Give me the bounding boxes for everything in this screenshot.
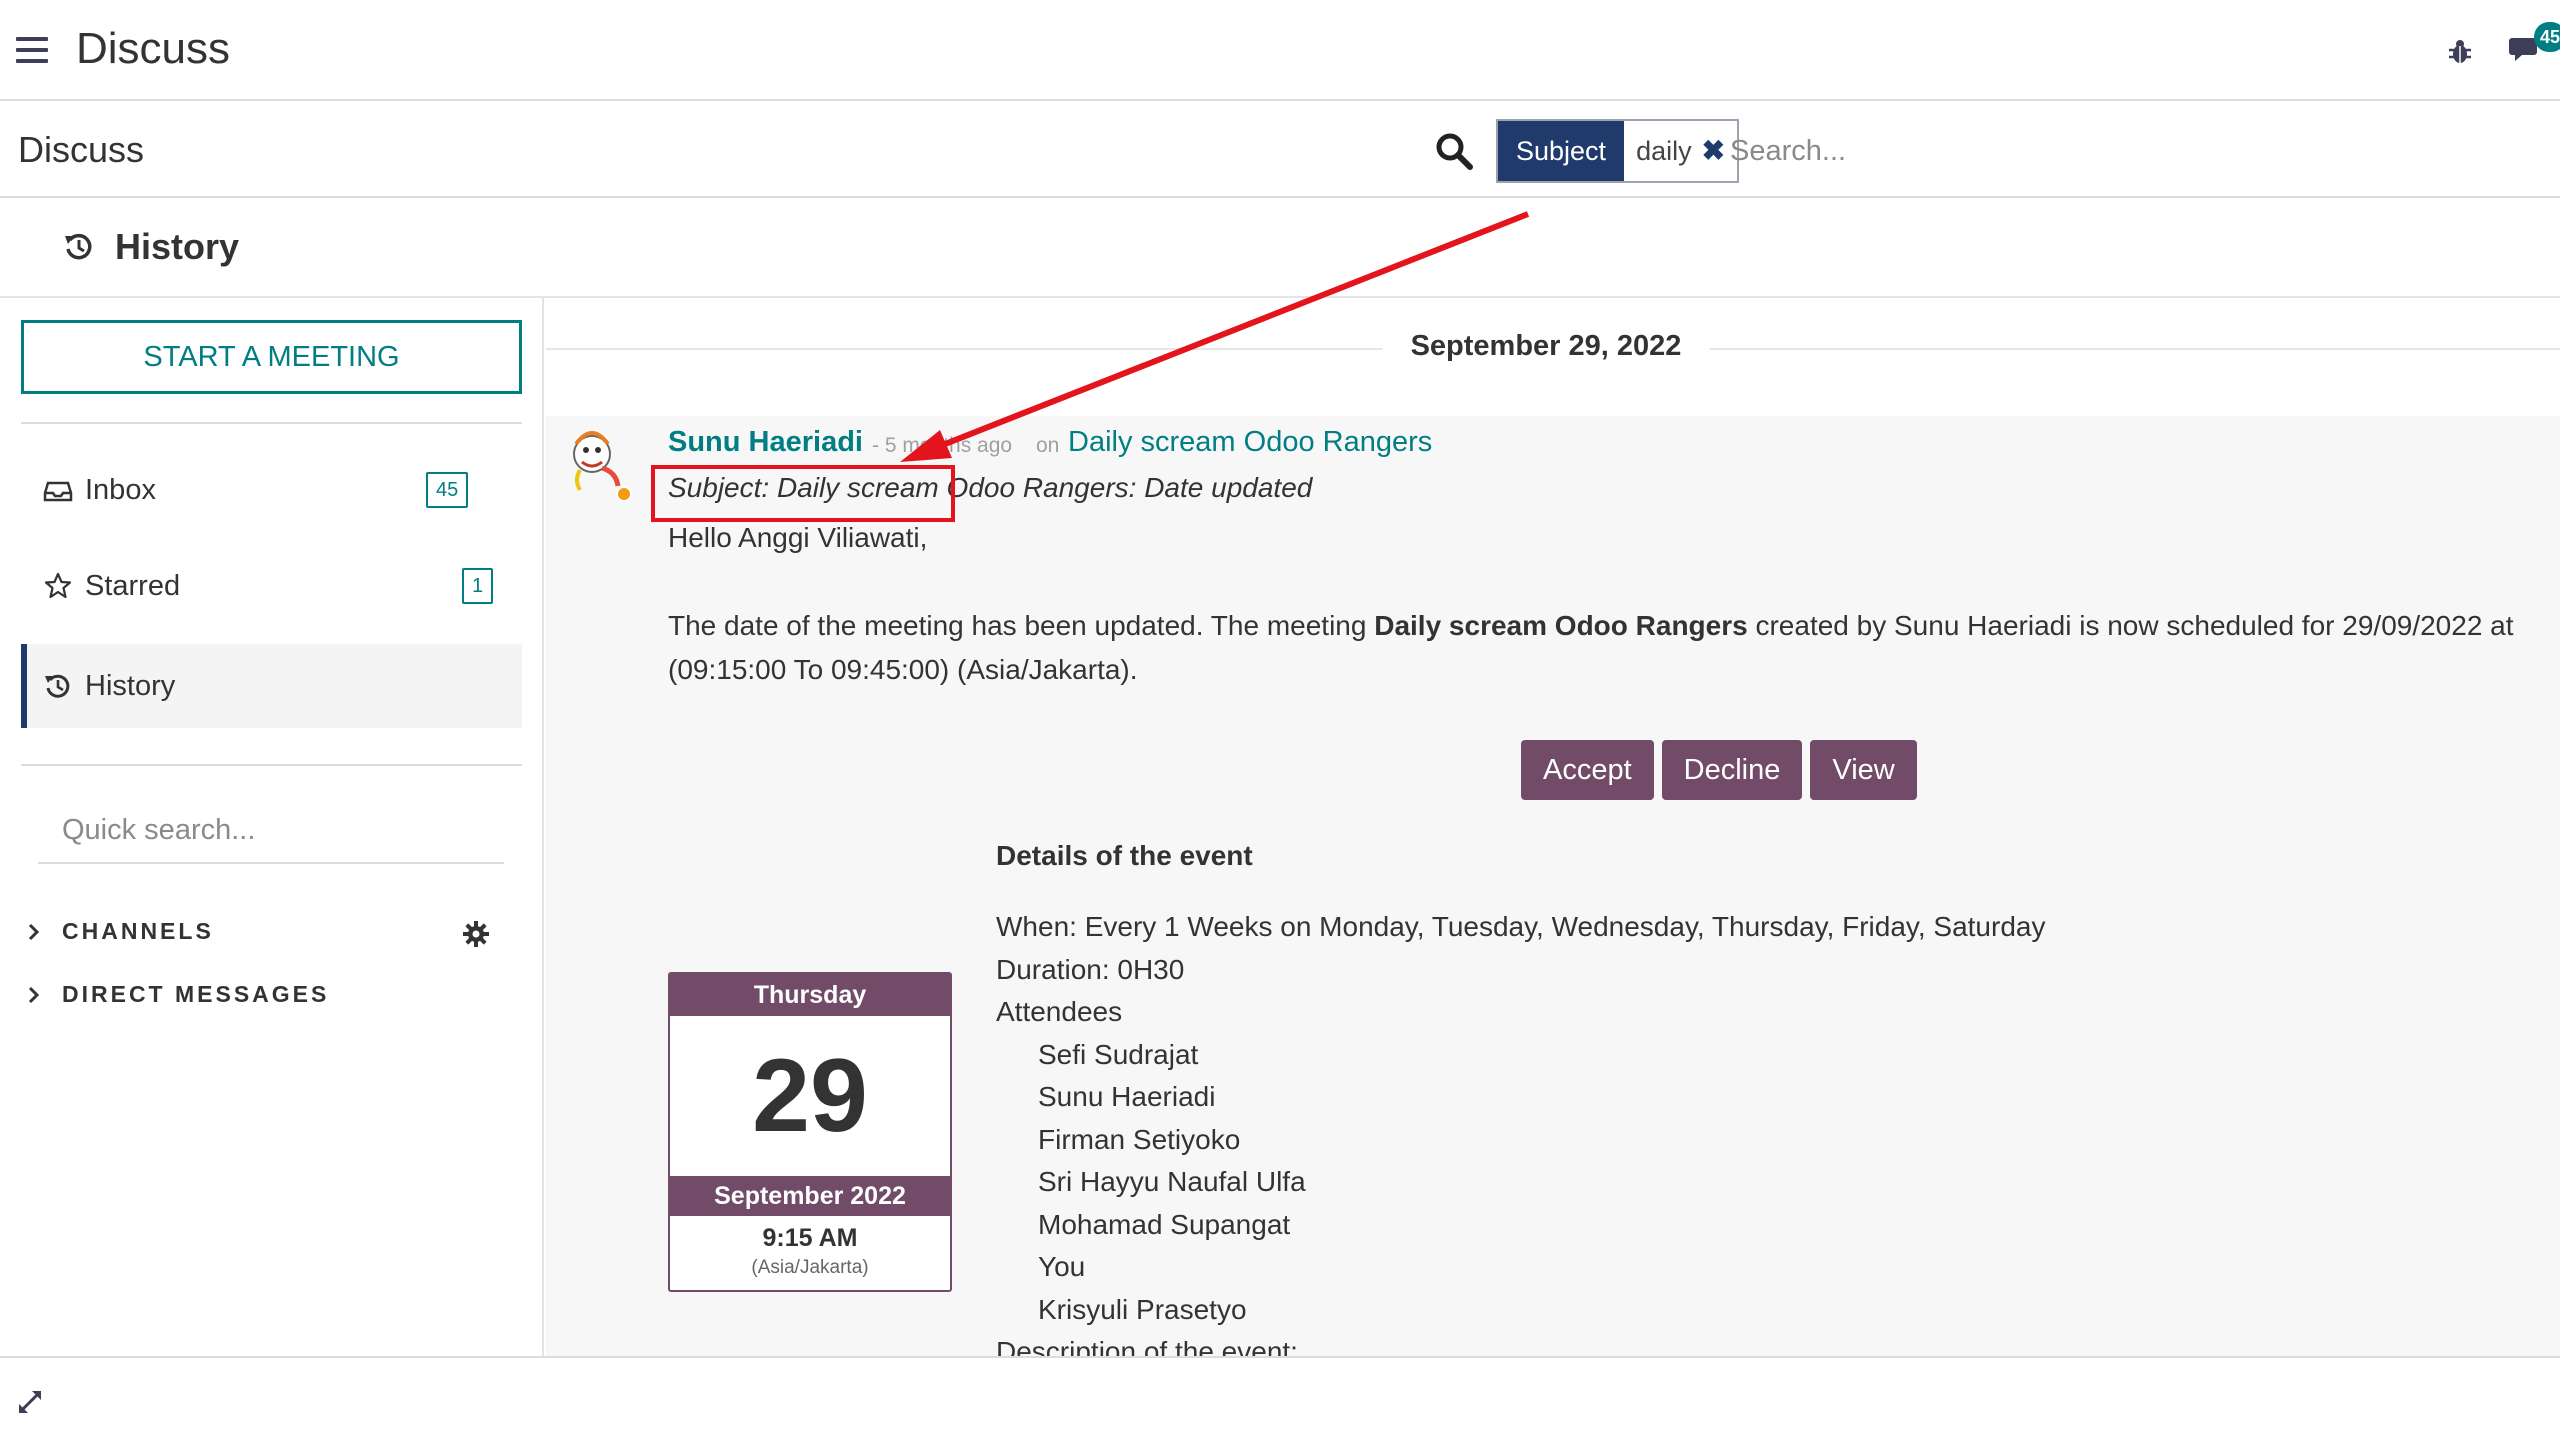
attendee: Firman Setiyoko	[1038, 1123, 1241, 1155]
inbox-icon	[43, 481, 73, 502]
remove-facet-icon[interactable]: ✖	[1702, 121, 1725, 181]
accept-button[interactable]: Accept	[1521, 740, 1654, 800]
message-greeting: Hello Anggi Viliawati,	[668, 522, 928, 553]
start-meeting-button[interactable]: START A MEETING	[21, 320, 522, 394]
gear-icon[interactable]	[462, 920, 490, 948]
control-panel: Discuss Subject daily ✖	[0, 101, 2560, 198]
chevron-right-icon	[28, 986, 40, 1003]
quick-search-input[interactable]	[38, 798, 504, 864]
thread-title: History	[115, 226, 240, 267]
bottom-bar	[0, 1356, 2560, 1440]
expand-icon[interactable]	[16, 1388, 44, 1416]
event-duration: Duration: 0H30	[996, 953, 1185, 985]
view-button[interactable]: View	[1810, 740, 1917, 800]
category-channels[interactable]: CHANNELS	[24, 918, 214, 945]
facet-label: Subject	[1498, 121, 1625, 181]
chevron-right-icon	[28, 923, 40, 940]
menu-icon[interactable]	[16, 37, 48, 63]
calendar-card: Thursday 29 September 2022 9:15 AM (Asia…	[668, 972, 952, 1292]
sidebar-item-label: Inbox	[85, 473, 156, 506]
search-input[interactable]	[1730, 123, 2530, 179]
message-author[interactable]: Sunu Haeriadi	[668, 426, 863, 459]
facet-value: daily	[1636, 136, 1692, 166]
calendar-day: 29	[752, 1038, 868, 1154]
sidebar-divider	[21, 422, 522, 424]
event-details: When: Every 1 Weeks on Monday, Tuesday, …	[996, 906, 2045, 1356]
body-text-bold: Daily scream Odoo Rangers	[1374, 610, 1748, 641]
history-icon	[65, 233, 92, 260]
attendees-label: Attendees	[996, 996, 1123, 1027]
inbox-counter: 45	[426, 472, 469, 508]
calendar-timezone: (Asia/Jakarta)	[751, 1257, 869, 1278]
message-date: - 5 months ago	[872, 434, 1013, 457]
body-text-pre: The date of the meeting has been updated…	[668, 610, 1375, 641]
attendee: Sri Hayyu Naufal Ulfa	[1038, 1166, 1306, 1197]
app-title[interactable]: Discuss	[76, 24, 230, 74]
sidebar-item-label: History	[85, 669, 176, 702]
calendar-weekday: Thursday	[670, 974, 950, 1016]
attendee: Mohamad Supangat	[1038, 1208, 1291, 1240]
starred-counter: 1	[462, 568, 494, 604]
invitation-actions: Accept Decline View	[1521, 740, 1917, 800]
description-label: Description of the event:	[996, 1336, 1298, 1356]
message[interactable]: Sunu Haeriadi - 5 months ago on Daily sc…	[546, 416, 2560, 1356]
attendee: Sunu Haeriadi	[1038, 1081, 1216, 1112]
category-label: CHANNELS	[62, 918, 214, 944]
top-navbar: Discuss 45	[0, 0, 2560, 101]
annotation-highlight-box	[651, 465, 955, 522]
sidebar-item-starred[interactable]: Starred 1	[21, 544, 522, 628]
star-icon	[44, 572, 72, 599]
avatar[interactable]	[562, 424, 632, 504]
sidebar-item-label: Starred	[85, 569, 181, 602]
event-when: When: Every 1 Weeks on Monday, Tuesday, …	[996, 911, 2046, 942]
category-direct-messages[interactable]: DIRECT MESSAGES	[24, 981, 329, 1008]
message-on: on	[1036, 434, 1060, 457]
calendar-month: September 2022	[670, 1176, 950, 1216]
sidebar-item-inbox[interactable]: Inbox 45	[21, 448, 522, 532]
chat-badge: 45	[2534, 22, 2560, 52]
search-icon[interactable]	[1434, 131, 1474, 171]
details-title: Details of the event	[996, 840, 1253, 871]
facet-value-wrap: daily ✖	[1624, 121, 1738, 181]
sidebar-divider	[21, 764, 522, 766]
attendee: You	[1038, 1251, 1086, 1282]
bug-icon[interactable]	[2445, 36, 2475, 66]
breadcrumb: Discuss	[18, 129, 145, 170]
history-icon	[45, 674, 70, 698]
attendee: Sefi Sudrajat	[1038, 1038, 1199, 1070]
calendar-time: 9:15 AM	[762, 1224, 858, 1252]
message-body: The date of the meeting has been updated…	[668, 604, 2560, 692]
attendee: Krisyuli Prasetyo	[1038, 1293, 1247, 1325]
decline-button[interactable]: Decline	[1661, 740, 1803, 800]
thread-header: History	[0, 198, 2560, 298]
message-record-link[interactable]: Daily scream Odoo Rangers	[1068, 426, 1432, 459]
sidebar-item-history[interactable]: History	[21, 644, 522, 728]
thread-view: September 29, 2022 Sunu Haeriadi - 5 mon…	[546, 298, 2560, 1356]
search-facet: Subject daily ✖	[1496, 119, 1740, 183]
date-separator: September 29, 2022	[1382, 330, 1710, 363]
category-label: DIRECT MESSAGES	[62, 981, 330, 1007]
sidebar: START A MEETING Inbox 45 Starred 1 Histo…	[0, 298, 544, 1356]
